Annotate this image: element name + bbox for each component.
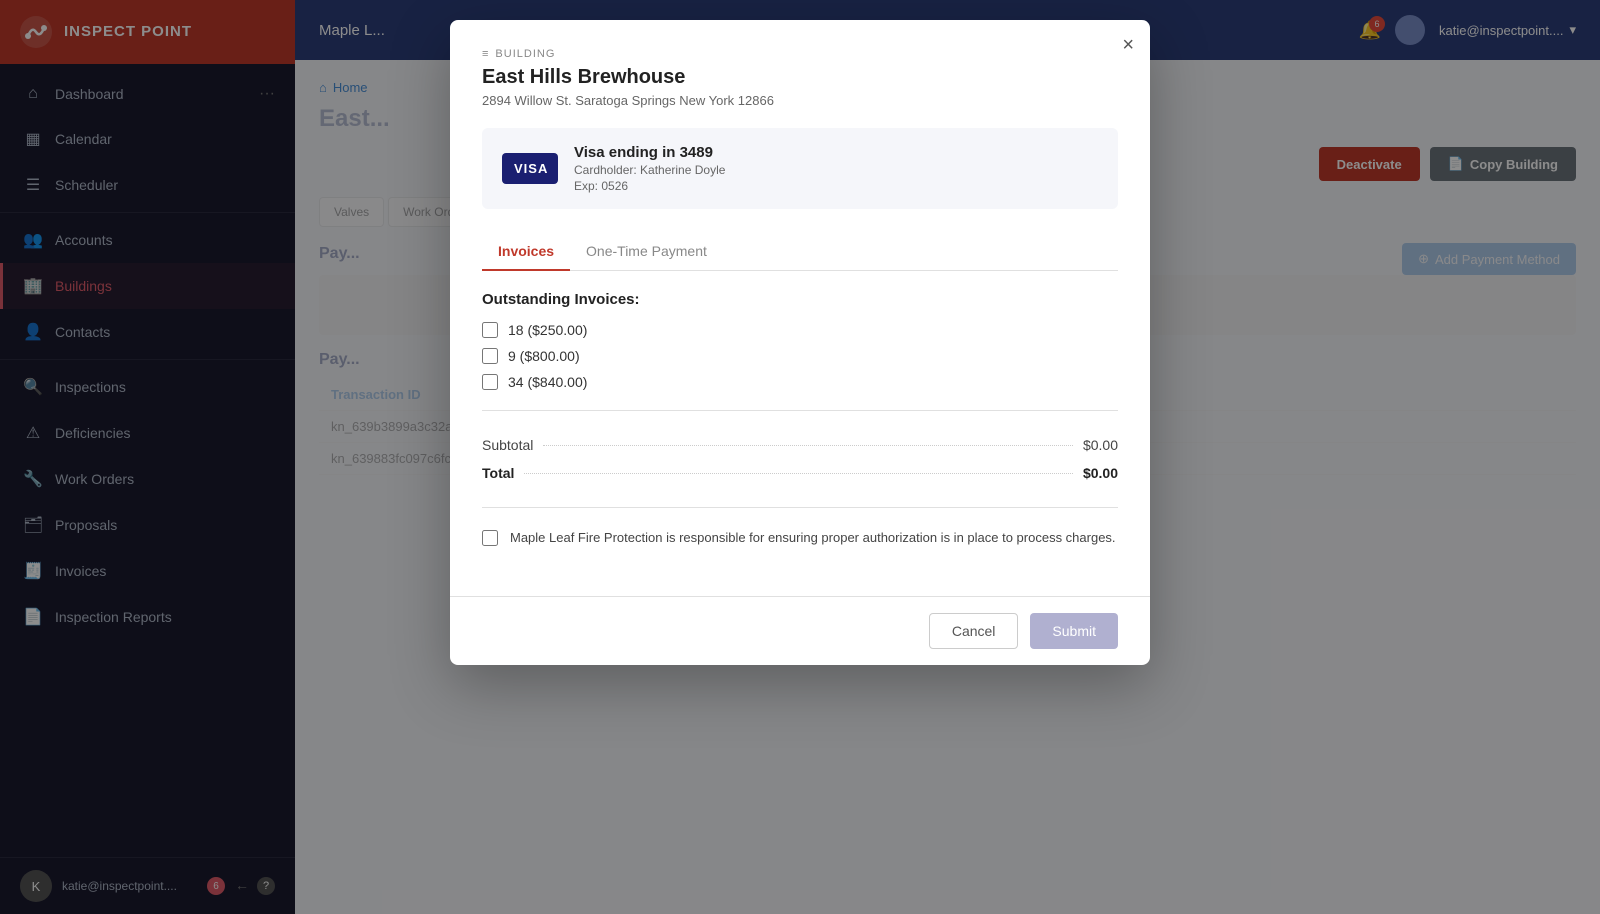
card-cardholder: Cardholder: Katherine Doyle (574, 163, 725, 177)
close-icon: × (1122, 34, 1134, 56)
subtotal-value: $0.00 (1083, 437, 1118, 453)
invoice-checkbox-34[interactable] (482, 374, 498, 390)
modal-tabs: Invoices One-Time Payment (482, 233, 1118, 271)
card-info: Visa ending in 3489 Cardholder: Katherin… (574, 144, 725, 193)
card-row: VISA Visa ending in 3489 Cardholder: Kat… (482, 128, 1118, 209)
total-label: Total (482, 465, 514, 481)
app-wrapper: INSPECT POINT ⌂ Dashboard ··· ▦ Calendar… (0, 0, 1600, 914)
modal-building-name: East Hills Brewhouse (482, 66, 1118, 89)
modal-building-label: ≡ BUILDING (482, 48, 1118, 60)
invoice-label-18: 18 ($250.00) (508, 322, 587, 338)
modal-divider-1 (482, 410, 1118, 411)
building-grid-icon: ≡ (482, 48, 489, 60)
tab-invoices[interactable]: Invoices (482, 233, 570, 271)
modal-building-address: 2894 Willow St. Saratoga Springs New Yor… (482, 93, 1118, 108)
auth-text: Maple Leaf Fire Protection is responsibl… (510, 528, 1116, 548)
card-expiry: Exp: 0526 (574, 179, 725, 193)
subtotal-label: Subtotal (482, 437, 533, 453)
visa-badge: VISA (502, 153, 558, 184)
invoice-item-18: 18 ($250.00) (482, 322, 1118, 338)
total-value: $0.00 (1083, 465, 1118, 481)
auth-row: Maple Leaf Fire Protection is responsibl… (482, 528, 1118, 548)
modal-body: ≡ BUILDING East Hills Brewhouse 2894 Wil… (450, 20, 1150, 596)
modal-divider-2 (482, 507, 1118, 508)
total-row: Total $0.00 (482, 459, 1118, 487)
building-label-text: BUILDING (495, 48, 555, 60)
card-title: Visa ending in 3489 (574, 144, 725, 161)
invoice-checkbox-9[interactable] (482, 348, 498, 364)
invoice-checkbox-18[interactable] (482, 322, 498, 338)
modal-footer: Cancel Submit (450, 596, 1150, 665)
cancel-button[interactable]: Cancel (929, 613, 1019, 649)
submit-button[interactable]: Submit (1030, 613, 1118, 649)
modal-close-button[interactable]: × (1122, 34, 1134, 57)
tab-one-time-payment[interactable]: One-Time Payment (570, 233, 723, 271)
auth-checkbox[interactable] (482, 530, 498, 546)
dotted-line-1 (543, 445, 1073, 446)
dotted-line-2 (524, 473, 1073, 474)
invoice-item-9: 9 ($800.00) (482, 348, 1118, 364)
invoice-label-9: 9 ($800.00) (508, 348, 580, 364)
invoice-label-34: 34 ($840.00) (508, 374, 587, 390)
outstanding-invoices-title: Outstanding Invoices: (482, 291, 1118, 308)
subtotal-row: Subtotal $0.00 (482, 431, 1118, 459)
modal-overlay: × ≡ BUILDING East Hills Brewhouse 2894 W… (0, 0, 1600, 914)
payment-modal: × ≡ BUILDING East Hills Brewhouse 2894 W… (450, 20, 1150, 665)
invoice-item-34: 34 ($840.00) (482, 374, 1118, 390)
